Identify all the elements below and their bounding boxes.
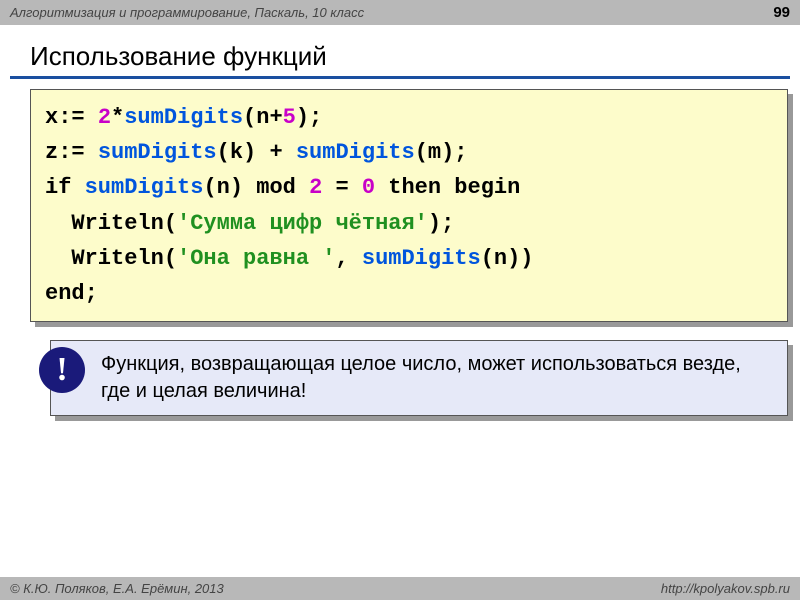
code-content: x:= 2*sumDigits(n+5);z:= sumDigits(k) + … (30, 89, 788, 322)
code-line-1: x:= 2*sumDigits(n+5); (45, 100, 773, 135)
code-line-2: z:= sumDigits(k) + sumDigits(m); (45, 135, 773, 170)
info-box: ! Функция, возвращающая целое число, мож… (50, 340, 788, 416)
code-line-3: if sumDigits(n) mod 2 = 0 then begin (45, 170, 773, 205)
code-line-4: Writeln('Сумма цифр чётная'); (45, 206, 773, 241)
footer-url: http://kpolyakov.spb.ru (661, 581, 790, 596)
page-number: 99 (773, 4, 790, 21)
info-content: ! Функция, возвращающая целое число, мож… (50, 340, 788, 416)
slide-footer: © К.Ю. Поляков, Е.А. Ерёмин, 2013 http:/… (0, 577, 800, 600)
course-title: Алгоритмизация и программирование, Паска… (10, 5, 364, 20)
slide-title: Использование функций (10, 25, 790, 79)
exclamation-icon: ! (39, 347, 85, 393)
code-line-6: end; (45, 276, 773, 311)
footer-authors: © К.Ю. Поляков, Е.А. Ерёмин, 2013 (10, 581, 224, 596)
info-text: Функция, возвращающая целое число, может… (101, 353, 741, 402)
slide-header: Алгоритмизация и программирование, Паска… (0, 0, 800, 25)
code-block: x:= 2*sumDigits(n+5);z:= sumDigits(k) + … (30, 89, 788, 322)
code-line-5: Writeln('Она равна ', sumDigits(n)) (45, 241, 773, 276)
